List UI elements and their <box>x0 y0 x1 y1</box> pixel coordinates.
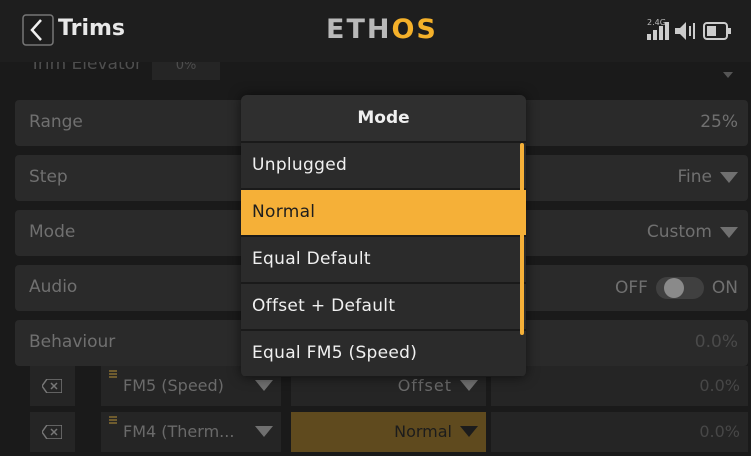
trim-value-field[interactable]: 0.0% <box>491 366 748 406</box>
flight-mode-value: FM4 (Therm... <box>123 422 235 441</box>
top-bar: Trims ETHOS 2.4G <box>0 0 751 62</box>
dropdown-arrow-icon <box>255 380 273 391</box>
trim-mode-value: Offset <box>397 376 452 395</box>
mode-popup: Mode Unplugged Normal Equal Default Offs… <box>241 95 526 377</box>
flight-mode-select[interactable]: FM4 (Therm... <box>101 412 281 452</box>
step-label: Step <box>29 167 68 187</box>
option-equal-fm5[interactable]: Equal FM5 (Speed) <box>241 331 526 377</box>
logo-main: ETH <box>326 14 392 45</box>
trim-mode-select-active[interactable]: Normal <box>291 412 486 452</box>
delete-icon <box>42 379 62 393</box>
signal-icon <box>647 22 669 40</box>
trim-elevator-row: Trim Elevator 0% <box>0 62 751 94</box>
range-value[interactable]: 25% <box>700 112 738 132</box>
dropdown-arrow-icon <box>460 380 478 391</box>
drag-handle-icon <box>109 416 117 424</box>
option-equal-default[interactable]: Equal Default <box>241 237 526 284</box>
flight-mode-value: FM5 (Speed) <box>123 376 224 395</box>
delete-button[interactable] <box>30 366 75 406</box>
trim-value: 0.0% <box>699 422 740 441</box>
trim-mode-value: Normal <box>394 422 452 441</box>
range-label: Range <box>29 112 83 132</box>
step-value[interactable]: Fine <box>678 167 713 187</box>
trim-value-field[interactable]: 0.0% <box>491 412 748 452</box>
chevron-down-icon <box>723 72 733 78</box>
dropdown-arrow-icon <box>460 426 478 437</box>
audio-toggle[interactable] <box>655 277 710 299</box>
audio-off-label: OFF <box>614 278 648 298</box>
delete-icon <box>42 425 62 439</box>
option-unplugged[interactable]: Unplugged <box>241 143 526 190</box>
popup-title: Mode <box>241 95 526 143</box>
page-title: Trims <box>58 16 125 41</box>
delete-button[interactable] <box>30 412 75 452</box>
drag-handle-icon <box>109 370 117 378</box>
behaviour-fm4-row: FM4 (Therm... Normal 0.0% <box>15 412 748 452</box>
ethos-logo: ETHOS <box>326 14 438 45</box>
dropdown-arrow-icon <box>720 171 738 183</box>
cut-row-label: Trim Elevator <box>30 62 143 74</box>
dropdown-arrow-icon <box>720 226 738 238</box>
option-normal[interactable]: Normal <box>241 190 526 237</box>
mode-value[interactable]: Custom <box>647 222 712 242</box>
cut-row-value: 0% <box>152 62 220 80</box>
popup-scrollbar[interactable] <box>520 143 524 335</box>
back-button[interactable] <box>22 14 54 46</box>
option-offset-default[interactable]: Offset + Default <box>241 284 526 331</box>
status-icons <box>647 22 731 40</box>
trim-value: 0.0% <box>699 376 740 395</box>
behaviour-value: 0.0% <box>694 332 738 352</box>
speaker-icon <box>675 22 695 40</box>
mode-label: Mode <box>29 222 76 242</box>
logo-accent: OS <box>391 14 438 45</box>
audio-on-label: ON <box>711 278 738 298</box>
dropdown-arrow-icon <box>255 426 273 437</box>
behaviour-label: Behaviour <box>29 332 116 352</box>
back-arrow-icon <box>22 14 54 46</box>
audio-label: Audio <box>29 277 78 297</box>
battery-icon <box>703 22 731 40</box>
